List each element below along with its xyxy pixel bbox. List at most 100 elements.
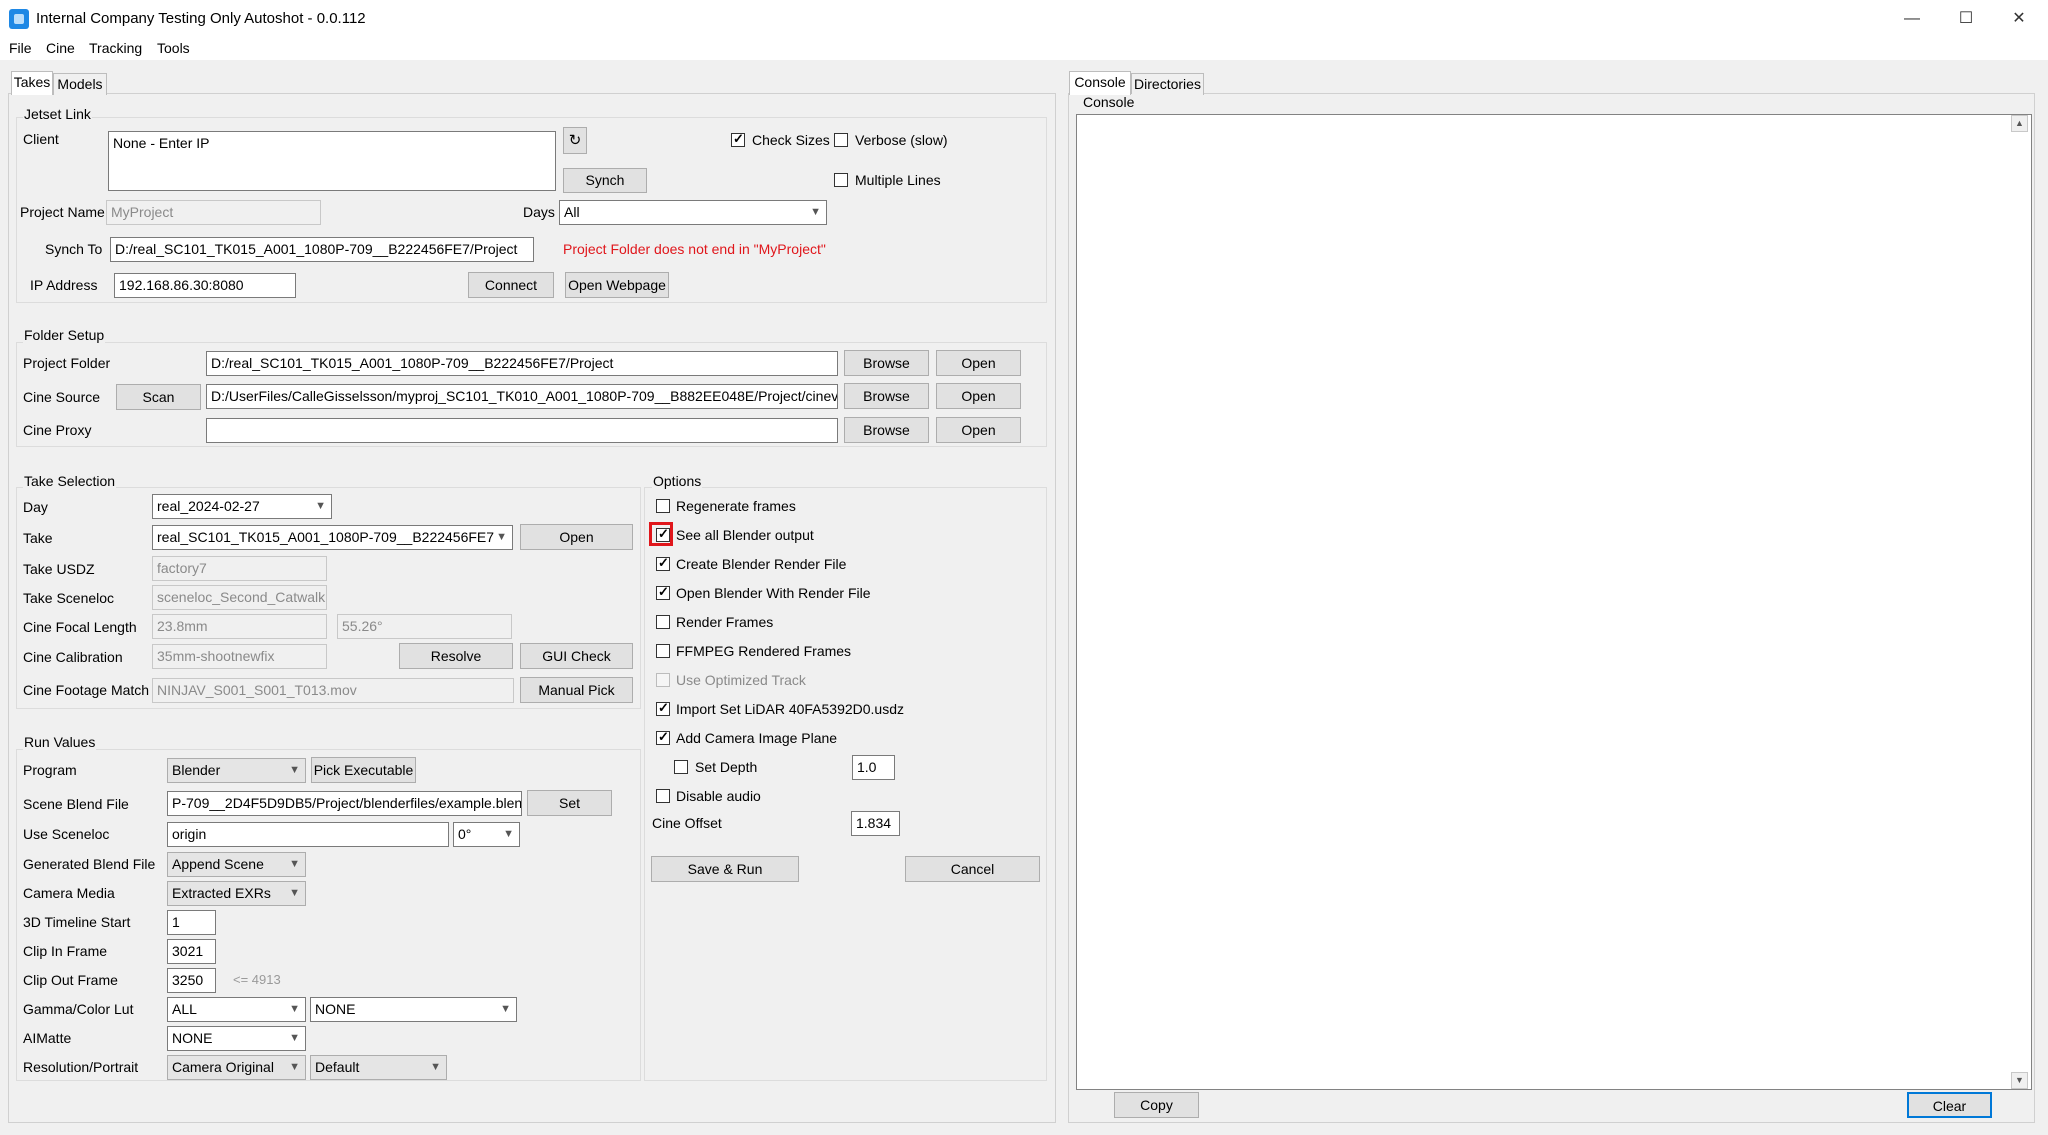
create-blender-render-file-checkbox[interactable]: ✓	[656, 555, 670, 571]
manual-pick-button[interactable]: Manual Pick	[520, 677, 633, 703]
day-select[interactable]: real_2024-02-27 ▼	[152, 494, 332, 519]
resolution-select[interactable]: Camera Original ▼	[167, 1055, 306, 1080]
tab-directories[interactable]: Directories	[1131, 73, 1204, 95]
chevron-down-icon: ▼	[430, 1061, 441, 1073]
open-blender-with-render-file-checkbox[interactable]: ✓	[656, 584, 670, 600]
project-folder-warning: Project Folder does not end in "MyProjec…	[563, 241, 826, 257]
project-folder-open-button[interactable]: Open	[936, 350, 1021, 376]
use-sceneloc-label: Use Sceneloc	[23, 826, 110, 842]
resolve-button[interactable]: Resolve	[399, 643, 513, 669]
menu-file[interactable]: File	[9, 40, 32, 56]
cine-proxy-browse-button[interactable]: Browse	[844, 417, 929, 443]
synch-to-label: Synch To	[45, 241, 103, 257]
add-camera-image-plane-checkbox[interactable]: ✓	[656, 729, 670, 745]
tab-takes[interactable]: Takes	[11, 71, 53, 95]
ffmpeg-rendered-frames-label: FFMPEG Rendered Frames	[676, 643, 852, 659]
import-set-lidar-checkbox[interactable]: ✓	[656, 700, 670, 716]
set-depth-checkbox[interactable]	[674, 760, 688, 774]
clear-button[interactable]: Clear	[1907, 1092, 1992, 1118]
client-field[interactable]: None - Enter IP	[108, 131, 556, 191]
minimize-button[interactable]: —	[1892, 6, 1932, 32]
days-select[interactable]: All ▼	[559, 200, 827, 225]
use-sceneloc-field[interactable]: origin	[167, 822, 449, 847]
copy-button[interactable]: Copy	[1114, 1092, 1199, 1118]
generated-blend-file-label: Generated Blend File	[23, 856, 156, 872]
menu-tools[interactable]: Tools	[157, 40, 190, 56]
render-frames-checkbox[interactable]	[656, 615, 670, 629]
color-lut-select[interactable]: NONE ▼	[310, 997, 517, 1022]
menu-cine[interactable]: Cine	[46, 40, 75, 56]
camera-media-value: Extracted EXRs	[172, 885, 271, 901]
aimatte-select[interactable]: NONE ▼	[167, 1026, 306, 1051]
cancel-button[interactable]: Cancel	[905, 856, 1040, 882]
chevron-down-icon: ▼	[289, 858, 300, 870]
day-value: real_2024-02-27	[157, 498, 260, 514]
synch-button[interactable]: Synch	[563, 168, 647, 193]
save-run-button[interactable]: Save & Run	[651, 856, 799, 882]
maximize-button[interactable]: ☐	[1946, 6, 1986, 32]
check-sizes-checkbox[interactable]: ✓	[731, 131, 745, 147]
multiple-lines-checkbox[interactable]	[834, 173, 848, 187]
camera-media-select[interactable]: Extracted EXRs ▼	[167, 881, 306, 906]
tab-models[interactable]: Models	[53, 73, 107, 95]
cine-source-open-button[interactable]: Open	[936, 383, 1021, 409]
tab-console[interactable]: Console	[1069, 71, 1131, 95]
clip-in-frame-field[interactable]: 3021	[167, 939, 216, 964]
chevron-down-icon: ▼	[289, 1003, 300, 1015]
check-mark-icon: ✓	[658, 584, 669, 599]
chevron-down-icon: ▼	[500, 1003, 511, 1015]
project-folder-browse-button[interactable]: Browse	[844, 350, 929, 376]
refresh-icon: ↻	[568, 132, 582, 149]
open-webpage-button[interactable]: Open Webpage	[565, 272, 669, 298]
cine-offset-label: Cine Offset	[652, 815, 722, 831]
cine-proxy-open-button[interactable]: Open	[936, 417, 1021, 443]
generated-blend-file-select[interactable]: Append Scene ▼	[167, 852, 306, 877]
set-depth-field[interactable]: 1.0	[852, 755, 895, 780]
take-select[interactable]: real_SC101_TK015_A001_1080P-709__B222456…	[152, 525, 513, 550]
portrait-select[interactable]: Default ▼	[310, 1055, 447, 1080]
gamma-select[interactable]: ALL ▼	[167, 997, 306, 1022]
console-output[interactable]	[1076, 114, 2032, 1090]
regenerate-frames-checkbox[interactable]	[656, 499, 670, 513]
verbose-checkbox[interactable]	[834, 133, 848, 147]
scroll-down-arrow-icon[interactable]: ▼	[2011, 1072, 2028, 1089]
scroll-up-arrow-icon[interactable]: ▲	[2011, 115, 2028, 132]
refresh-client-button[interactable]: ↻	[563, 127, 587, 154]
ip-address-field[interactable]: 192.168.86.30:8080	[114, 273, 296, 298]
project-folder-field[interactable]: D:/real_SC101_TK015_A001_1080P-709__B222…	[206, 351, 838, 376]
take-open-button[interactable]: Open	[520, 524, 633, 550]
close-button[interactable]: ✕	[1999, 6, 2039, 32]
sceneloc-rotation-select[interactable]: 0° ▼	[453, 822, 520, 847]
timeline-start-label: 3D Timeline Start	[23, 914, 131, 930]
days-value: All	[564, 204, 580, 220]
resolution-value: Camera Original	[172, 1059, 274, 1075]
pick-executable-button[interactable]: Pick Executable	[311, 757, 416, 783]
program-select[interactable]: Blender ▼	[167, 758, 306, 783]
set-blend-button[interactable]: Set	[527, 790, 612, 816]
cine-source-browse-button[interactable]: Browse	[844, 383, 929, 409]
window-title: Internal Company Testing Only Autoshot -…	[36, 10, 366, 27]
chevron-down-icon: ▼	[503, 828, 514, 840]
scan-button[interactable]: Scan	[116, 384, 201, 410]
gui-check-button[interactable]: GUI Check	[520, 643, 633, 669]
connect-button[interactable]: Connect	[468, 272, 554, 298]
clip-out-frame-field[interactable]: 3250	[167, 968, 216, 993]
menu-tracking[interactable]: Tracking	[89, 40, 142, 56]
chevron-down-icon: ▼	[289, 1032, 300, 1044]
scene-blend-file-field[interactable]: P-709__2D4F5D9DB5/Project/blenderfiles/e…	[167, 791, 522, 816]
ffmpeg-rendered-frames-checkbox[interactable]	[656, 644, 670, 658]
disable-audio-checkbox[interactable]	[656, 789, 670, 803]
take-usdz-label: Take USDZ	[23, 561, 95, 577]
timeline-start-field[interactable]: 1	[167, 910, 216, 935]
cine-focal-length-label: Cine Focal Length	[23, 619, 137, 635]
take-label: Take	[23, 530, 53, 546]
synch-to-field[interactable]: D:/real_SC101_TK015_A001_1080P-709__B222…	[110, 237, 534, 262]
see-all-blender-output-checkbox[interactable]: ✓	[656, 526, 670, 542]
cine-proxy-field[interactable]	[206, 418, 838, 443]
check-mark-icon: ✓	[658, 526, 669, 541]
cine-offset-field[interactable]: 1.834	[851, 811, 900, 836]
cine-source-field[interactable]: D:/UserFiles/CalleGisselsson/myproj_SC10…	[206, 384, 838, 409]
take-selection-title: Take Selection	[23, 473, 117, 489]
day-label: Day	[23, 499, 48, 515]
disable-audio-label: Disable audio	[676, 788, 761, 804]
